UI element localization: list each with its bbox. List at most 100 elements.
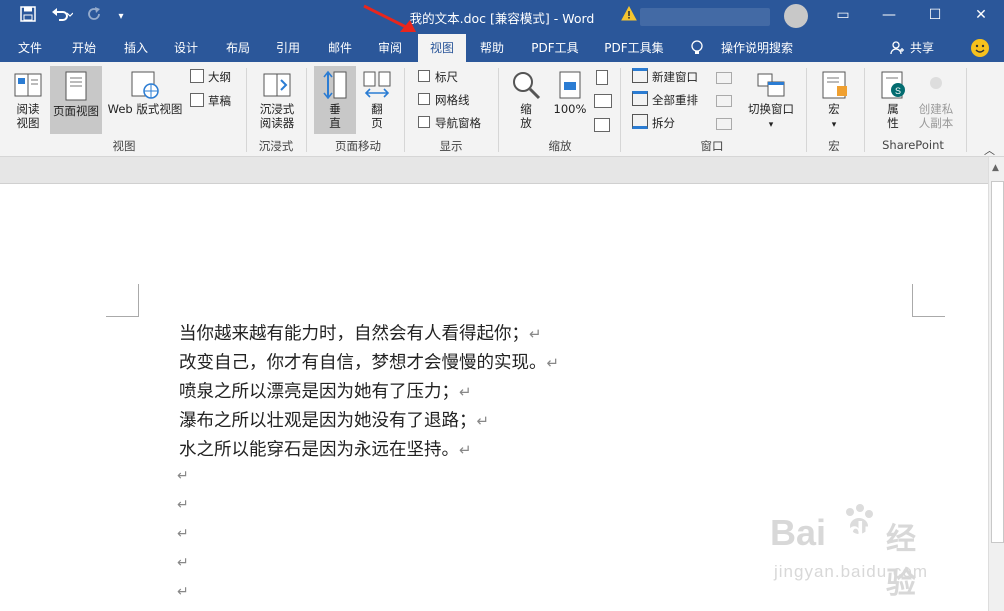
immersive-reader-button[interactable]: 沉浸式 阅读器 xyxy=(254,70,300,130)
svg-text:S: S xyxy=(895,86,901,96)
document-line[interactable]: 水之所以能穿石是因为永远在坚持。↵ xyxy=(179,436,472,461)
tab-review[interactable]: 审阅 xyxy=(368,34,412,62)
tab-view[interactable]: 视图 xyxy=(418,34,466,62)
tab-pdf-toolset[interactable]: PDF工具集 xyxy=(598,34,670,62)
tab-design[interactable]: 设计 xyxy=(164,34,208,62)
scroll-thumb[interactable] xyxy=(991,181,1004,543)
multiple-pages-icon[interactable] xyxy=(594,94,612,108)
macros-group-label: 宏 xyxy=(828,139,840,153)
sharepoint-group-label: SharePoint xyxy=(882,138,944,152)
show-group-label: 显示 xyxy=(439,139,463,153)
zoom-100-button[interactable]: 100% xyxy=(550,70,590,116)
divider xyxy=(620,68,621,152)
arrange-all-button[interactable]: 全部重排 xyxy=(632,91,698,109)
side-to-side-icon xyxy=(363,71,391,98)
chevron-down-icon: ▾ xyxy=(768,120,774,130)
web-layout-icon xyxy=(131,71,159,99)
account-name[interactable] xyxy=(640,8,770,26)
checkbox-icon xyxy=(418,70,430,82)
immersive-group-label: 沉浸式 xyxy=(258,139,294,153)
navigation-pane-checkbox[interactable]: 导航窗格 xyxy=(418,114,481,132)
reset-position-icon[interactable] xyxy=(716,118,732,130)
ribbon: 阅读 视图 页面视图 Web 版式视图 大纲 草稿 视图 沉浸式 阅读器 沉浸式… xyxy=(0,62,1004,157)
divider xyxy=(864,68,865,152)
vertical-scroll-icon xyxy=(323,70,347,100)
title-bar: ▾ 我的文本.doc [兼容模式] - Word ▭ — ☐ ✕ xyxy=(0,0,1004,34)
document-line[interactable]: 改变自己，你才有自信，梦想才会慢慢的实现。↵ xyxy=(179,349,559,374)
zoom-button[interactable]: 缩 放 xyxy=(508,70,544,130)
properties-button[interactable]: S 属 性 xyxy=(874,70,912,130)
tab-help[interactable]: 帮助 xyxy=(472,34,512,62)
switch-windows-icon xyxy=(757,73,785,97)
document-canvas[interactable]: 当你越来越有能力时，自然会有人看得起你；↵ 改变自己，你才有自信，梦想才会慢慢的… xyxy=(0,184,988,611)
outline-button[interactable]: 大纲 xyxy=(190,68,231,86)
checkbox-icon xyxy=(418,116,430,128)
draft-button[interactable]: 草稿 xyxy=(190,92,231,110)
smiley-icon[interactable] xyxy=(970,38,990,61)
document-line[interactable]: 当你越来越有能力时，自然会有人看得起你；↵ xyxy=(179,320,542,345)
print-layout-button[interactable]: 页面视图 xyxy=(50,66,102,134)
side-to-side-button[interactable]: 翻 页 xyxy=(360,70,394,130)
paragraph-mark: ↵ xyxy=(177,555,189,571)
window-group-label: 窗口 xyxy=(700,139,724,153)
divider xyxy=(306,68,307,152)
vertical-button[interactable]: 垂 直 xyxy=(314,66,356,134)
paragraph-mark: ↵ xyxy=(177,468,189,484)
tab-mailings[interactable]: 邮件 xyxy=(318,34,362,62)
one-page-icon[interactable] xyxy=(596,70,608,85)
page-width-icon[interactable] xyxy=(594,118,610,132)
gridlines-checkbox[interactable]: 网格线 xyxy=(418,91,470,109)
sharepoint-properties-icon: S xyxy=(881,71,905,99)
switch-windows-button[interactable]: 切换窗口 ▾ xyxy=(744,70,798,132)
tab-references[interactable]: 引用 xyxy=(266,34,310,62)
paragraph-mark: ↵ xyxy=(177,584,189,600)
document-line[interactable]: 喷泉之所以漂亮是因为她有了压力；↵ xyxy=(179,378,472,403)
minimize-icon[interactable]: — xyxy=(866,0,912,30)
new-window-button[interactable]: 新建窗口 xyxy=(632,68,698,86)
view-side-by-side-icon[interactable] xyxy=(716,72,732,84)
divider xyxy=(246,68,247,152)
checkbox-icon xyxy=(418,93,430,105)
share-button[interactable]: 共享 xyxy=(906,34,938,62)
tab-home[interactable]: 开始 xyxy=(62,34,106,62)
paragraph-mark: ↵ xyxy=(177,497,189,513)
macros-button[interactable]: 宏 ▾ xyxy=(814,70,854,132)
maximize-icon[interactable]: ☐ xyxy=(912,0,958,30)
zoom-group-label: 缩放 xyxy=(548,139,572,153)
avatar[interactable] xyxy=(784,4,808,28)
divider xyxy=(498,68,499,152)
sync-scroll-icon[interactable] xyxy=(716,95,732,107)
paragraph-mark: ↵ xyxy=(177,526,189,542)
tab-pdf-tools[interactable]: PDF工具 xyxy=(524,34,586,62)
share-icon xyxy=(890,41,904,58)
warning-icon[interactable] xyxy=(620,5,638,28)
split-button[interactable]: 拆分 xyxy=(632,114,675,132)
create-private-copy-button[interactable]: 创建私 人副本 xyxy=(912,70,960,130)
print-layout-icon xyxy=(65,71,87,101)
page-100-icon xyxy=(559,71,581,99)
scroll-up-icon[interactable]: ▲ xyxy=(992,163,999,173)
ribbon-tabs: 文件 开始 插入 设计 布局 引用 邮件 审阅 视图 帮助 PDF工具 PDF工… xyxy=(0,34,1004,62)
ruler-checkbox[interactable]: 标尺 xyxy=(418,68,458,86)
divider xyxy=(404,68,405,152)
tab-file[interactable]: 文件 xyxy=(8,34,52,62)
read-mode-button[interactable]: 阅读 视图 xyxy=(8,70,48,130)
ribbon-display-options-icon[interactable]: ▭ xyxy=(820,0,866,30)
page-move-group-label: 页面移动 xyxy=(335,139,381,153)
chevron-down-icon: ▾ xyxy=(831,120,837,130)
tab-layout[interactable]: 布局 xyxy=(216,34,260,62)
tell-me-search[interactable]: 操作说明搜索 xyxy=(712,34,802,62)
vertical-scrollbar[interactable]: ▲ xyxy=(988,157,1004,611)
document-line[interactable]: 瀑布之所以壮观是因为她没有了退路；↵ xyxy=(179,407,489,432)
magnifier-icon xyxy=(513,72,541,100)
collapse-ribbon-icon[interactable]: ︿ xyxy=(984,142,995,158)
margin-corner-mark xyxy=(106,284,139,317)
close-icon[interactable]: ✕ xyxy=(958,0,1004,30)
new-window-icon xyxy=(632,68,648,83)
annotation-arrow xyxy=(363,4,416,32)
read-mode-icon xyxy=(14,73,42,97)
tab-insert[interactable]: 插入 xyxy=(114,34,158,62)
arrange-all-icon xyxy=(632,91,648,106)
draft-icon xyxy=(190,93,204,107)
web-layout-button[interactable]: Web 版式视图 xyxy=(104,70,186,116)
